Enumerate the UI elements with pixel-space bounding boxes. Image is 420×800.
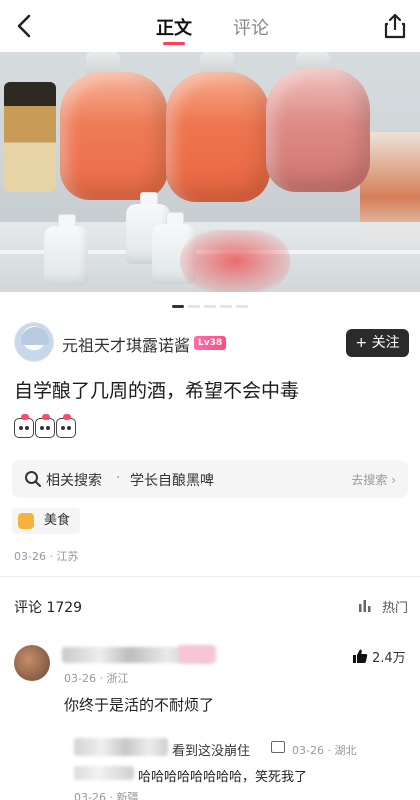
carousel-dot xyxy=(188,305,200,308)
back-arrow-icon[interactable] xyxy=(10,10,40,42)
sort-icon xyxy=(359,600,371,612)
active-tab-indicator xyxy=(163,42,185,45)
search-icon xyxy=(25,471,41,487)
comment-like-count: 2.4万 xyxy=(372,651,406,666)
cute-face-emoji-icon xyxy=(35,414,55,438)
avatar-hair-shape xyxy=(21,327,49,345)
post-title: 自学酿了几周的酒，希望不会中毒 xyxy=(14,380,300,402)
go-search-link[interactable]: 去搜索 › xyxy=(351,471,396,488)
top-bar: 正文 评论 xyxy=(0,0,420,52)
divider xyxy=(0,576,420,577)
reply-badge-icon xyxy=(271,741,285,753)
jar-orange-middle xyxy=(166,72,270,202)
carousel-dot-active xyxy=(172,305,184,308)
thumbs-up-icon[interactable] xyxy=(352,648,368,664)
related-search-label: 相关搜索 xyxy=(46,473,102,489)
cute-face-emoji-icon xyxy=(14,414,34,438)
reply-text[interactable]: 哈哈哈哈哈哈哈哈，笑死我了 xyxy=(138,766,307,785)
reply-date-location: 03-26 · 湖北 xyxy=(292,744,357,757)
cute-face-emoji-icon xyxy=(56,414,76,438)
topic-tag[interactable]: 美食 xyxy=(12,508,81,534)
food-tag-icon xyxy=(18,513,34,529)
author-avatar[interactable] xyxy=(14,322,54,362)
red-reflection-shape xyxy=(180,230,290,292)
comments-count-header: 评论 1729 xyxy=(14,600,83,616)
comment-date-location: 03-26 · 浙江 xyxy=(64,672,129,685)
jar-orange-left xyxy=(60,72,168,200)
comment-text[interactable]: 你终于是活的不耐烦了 xyxy=(64,694,214,715)
carousel-dot xyxy=(204,305,216,308)
topic-tag-label: 美食 xyxy=(44,513,71,528)
reply-date: 03-26 · 新疆 xyxy=(74,791,139,800)
jar-pink-right xyxy=(266,68,370,192)
related-search-separator: · xyxy=(116,470,121,486)
tab-main-text[interactable]: 正文 xyxy=(156,14,192,40)
tab-comments[interactable]: 评论 xyxy=(233,14,269,40)
related-search-query[interactable]: 学长自酿黑啤 xyxy=(130,470,214,490)
reply-author-name[interactable]: 看到这没崩住 xyxy=(172,740,250,759)
blurred-reply-username-2[interactable] xyxy=(74,766,134,780)
level-badge: Lv38 xyxy=(194,336,227,350)
post-date-location: 03-26 · 江苏 xyxy=(14,550,79,563)
sort-hot-button[interactable]: 热门 xyxy=(382,597,408,616)
spice-jar-shape xyxy=(4,82,56,192)
post-image[interactable] xyxy=(0,52,420,292)
carousel-dot xyxy=(220,305,232,308)
commenter-avatar[interactable] xyxy=(14,645,50,681)
small-bottle xyxy=(44,226,88,286)
carousel-dot xyxy=(236,305,248,308)
author-name[interactable]: 元祖天才琪露诺酱 xyxy=(62,332,190,356)
follow-button[interactable]: + 关注 xyxy=(346,329,409,357)
related-search-bar[interactable]: 相关搜索 · 学长自酿黑啤 去搜索 › xyxy=(12,460,408,498)
share-icon[interactable] xyxy=(382,12,408,40)
blurred-badge xyxy=(178,645,216,663)
blurred-reply-username[interactable] xyxy=(74,738,168,756)
